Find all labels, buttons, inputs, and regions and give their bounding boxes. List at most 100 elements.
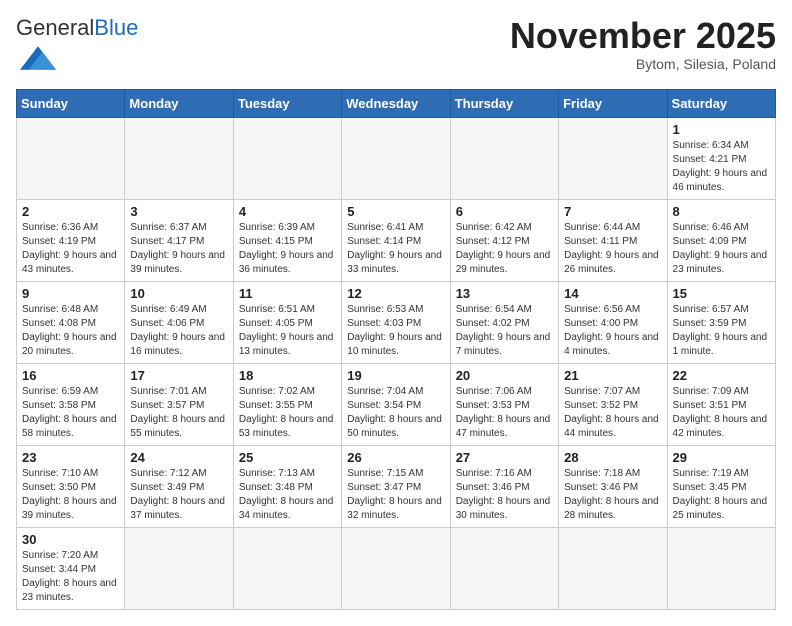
calendar-cell: 11 Sunrise: 6:51 AMSunset: 4:05 PMDayligh… bbox=[233, 282, 341, 364]
day-number: 18 bbox=[239, 368, 336, 383]
calendar-cell: 26 Sunrise: 7:15 AMSunset: 3:47 PMDayligh… bbox=[342, 446, 450, 528]
day-info: Sunrise: 7:15 AMSunset: 3:47 PMDaylight:… bbox=[347, 467, 444, 523]
calendar-cell: 8Sunrise: 6:46 AMSunset: 4:09 PMDaylight… bbox=[667, 200, 775, 282]
calendar-cell: 27Sunrise: 7:16 AMSunset: 3:46 PMDayligh… bbox=[450, 446, 558, 528]
calendar-cell: 4Sunrise: 6:39 AMSunset: 4:15 PMDaylight… bbox=[233, 200, 341, 282]
day-number: 15 bbox=[673, 286, 770, 301]
calendar-cell: 28Sunrise: 7:18 AMSunset: 3:46 PMDayligh… bbox=[559, 446, 667, 528]
day-number: 1 bbox=[673, 122, 770, 137]
day-header-wednesday: Wednesday bbox=[342, 90, 450, 118]
calendar-cell: 12Sunrise: 6:53 AMSunset: 4:03 PMDayligh… bbox=[342, 282, 450, 364]
day-info: Sunrise: 6:34 AMSunset: 4:21 PMDaylight:… bbox=[673, 139, 770, 195]
week-row-4: 16 Sunrise: 6:59 AMSunset: 3:58 PMDayligh… bbox=[17, 364, 776, 446]
calendar-body: 1 Sunrise: 6:34 AMSunset: 4:21 PMDaylight… bbox=[17, 118, 776, 610]
logo-text: GeneralBlue bbox=[16, 16, 138, 40]
calendar-cell: 29Sunrise: 7:19 AMSunset: 3:45 PMDayligh… bbox=[667, 446, 775, 528]
calendar-cell: 9 Sunrise: 6:48 AMSunset: 4:08 PMDaylight… bbox=[17, 282, 125, 364]
day-info: Sunrise: 7:20 AMSunset: 3:44 PMDaylight:… bbox=[22, 549, 119, 605]
day-info: Sunrise: 7:19 AMSunset: 3:45 PMDaylight:… bbox=[673, 467, 770, 523]
calendar-cell: 2 Sunrise: 6:36 AMSunset: 4:19 PMDaylight… bbox=[17, 200, 125, 282]
day-info: Sunrise: 6:56 AMSunset: 4:00 PMDaylight:… bbox=[564, 303, 661, 359]
week-row-5: 23 Sunrise: 7:10 AMSunset: 3:50 PMDayligh… bbox=[17, 446, 776, 528]
day-number: 26 bbox=[347, 450, 444, 465]
day-number: 17 bbox=[130, 368, 227, 383]
logo: GeneralBlue bbox=[16, 16, 138, 81]
calendar-cell: 15 Sunrise: 6:57 AMSunset: 3:59 PMDayligh… bbox=[667, 282, 775, 364]
calendar-cell: 13Sunrise: 6:54 AMSunset: 4:02 PMDayligh… bbox=[450, 282, 558, 364]
calendar-cell: 19Sunrise: 7:04 AMSunset: 3:54 PMDayligh… bbox=[342, 364, 450, 446]
day-number: 24 bbox=[130, 450, 227, 465]
day-number: 30 bbox=[22, 532, 119, 547]
day-info: Sunrise: 6:51 AMSunset: 4:05 PMDaylight:… bbox=[239, 303, 336, 359]
calendar-cell: 25 Sunrise: 7:13 AMSunset: 3:48 PMDayligh… bbox=[233, 446, 341, 528]
day-info: Sunrise: 6:46 AMSunset: 4:09 PMDaylight:… bbox=[673, 221, 770, 277]
calendar-cell bbox=[342, 528, 450, 610]
day-number: 16 bbox=[22, 368, 119, 383]
day-header-monday: Monday bbox=[125, 90, 233, 118]
calendar-cell: 16 Sunrise: 6:59 AMSunset: 3:58 PMDayligh… bbox=[17, 364, 125, 446]
page-header: GeneralBlue November 2025 Bytom, Silesia… bbox=[16, 16, 776, 81]
day-number: 28 bbox=[564, 450, 661, 465]
day-info: Sunrise: 7:07 AMSunset: 3:52 PMDaylight:… bbox=[564, 385, 661, 441]
month-title: November 2025 bbox=[510, 16, 776, 56]
calendar-cell: 20Sunrise: 7:06 AMSunset: 3:53 PMDayligh… bbox=[450, 364, 558, 446]
day-number: 25 bbox=[239, 450, 336, 465]
calendar-cell bbox=[233, 118, 341, 200]
day-number: 11 bbox=[239, 286, 336, 301]
day-header-sunday: Sunday bbox=[17, 90, 125, 118]
calendar-cell: 10Sunrise: 6:49 AMSunset: 4:06 PMDayligh… bbox=[125, 282, 233, 364]
calendar-cell bbox=[559, 528, 667, 610]
calendar-cell bbox=[667, 528, 775, 610]
calendar-cell bbox=[233, 528, 341, 610]
day-info: Sunrise: 6:48 AMSunset: 4:08 PMDaylight:… bbox=[22, 303, 119, 359]
calendar-cell: 21Sunrise: 7:07 AMSunset: 3:52 PMDayligh… bbox=[559, 364, 667, 446]
logo-general: General bbox=[16, 15, 94, 40]
calendar-cell bbox=[450, 528, 558, 610]
day-info: Sunrise: 6:39 AMSunset: 4:15 PMDaylight:… bbox=[239, 221, 336, 277]
calendar-cell: 22 Sunrise: 7:09 AMSunset: 3:51 PMDayligh… bbox=[667, 364, 775, 446]
day-info: Sunrise: 7:12 AMSunset: 3:49 PMDaylight:… bbox=[130, 467, 227, 523]
calendar-cell: 17 Sunrise: 7:01 AMSunset: 3:57 PMDayligh… bbox=[125, 364, 233, 446]
day-info: Sunrise: 7:13 AMSunset: 3:48 PMDaylight:… bbox=[239, 467, 336, 523]
calendar-cell: 18 Sunrise: 7:02 AMSunset: 3:55 PMDayligh… bbox=[233, 364, 341, 446]
day-number: 9 bbox=[22, 286, 119, 301]
day-number: 2 bbox=[22, 204, 119, 219]
logo-blue: Blue bbox=[94, 15, 138, 40]
day-info: Sunrise: 6:37 AMSunset: 4:17 PMDaylight:… bbox=[130, 221, 227, 277]
day-info: Sunrise: 6:36 AMSunset: 4:19 PMDaylight:… bbox=[22, 221, 119, 277]
day-number: 19 bbox=[347, 368, 444, 383]
day-info: Sunrise: 7:01 AMSunset: 3:57 PMDaylight:… bbox=[130, 385, 227, 441]
calendar-cell: 24 Sunrise: 7:12 AMSunset: 3:49 PMDayligh… bbox=[125, 446, 233, 528]
calendar-cell bbox=[125, 528, 233, 610]
day-info: Sunrise: 6:42 AMSunset: 4:12 PMDaylight:… bbox=[456, 221, 553, 277]
day-info: Sunrise: 7:10 AMSunset: 3:50 PMDaylight:… bbox=[22, 467, 119, 523]
day-info: Sunrise: 6:41 AMSunset: 4:14 PMDaylight:… bbox=[347, 221, 444, 277]
calendar-cell: 7Sunrise: 6:44 AMSunset: 4:11 PMDaylight… bbox=[559, 200, 667, 282]
calendar-cell: 6Sunrise: 6:42 AMSunset: 4:12 PMDaylight… bbox=[450, 200, 558, 282]
day-number: 23 bbox=[22, 450, 119, 465]
day-number: 12 bbox=[347, 286, 444, 301]
day-number: 5 bbox=[347, 204, 444, 219]
location: Bytom, Silesia, Poland bbox=[510, 56, 776, 72]
calendar-cell: 14Sunrise: 6:56 AMSunset: 4:00 PMDayligh… bbox=[559, 282, 667, 364]
week-row-6: 30 Sunrise: 7:20 AMSunset: 3:44 PMDayligh… bbox=[17, 528, 776, 610]
calendar-cell: 3Sunrise: 6:37 AMSunset: 4:17 PMDaylight… bbox=[125, 200, 233, 282]
header-row: SundayMondayTuesdayWednesdayThursdayFrid… bbox=[17, 90, 776, 118]
day-number: 22 bbox=[673, 368, 770, 383]
week-row-2: 2 Sunrise: 6:36 AMSunset: 4:19 PMDaylight… bbox=[17, 200, 776, 282]
calendar-cell bbox=[17, 118, 125, 200]
calendar-cell bbox=[342, 118, 450, 200]
week-row-1: 1 Sunrise: 6:34 AMSunset: 4:21 PMDaylight… bbox=[17, 118, 776, 200]
day-header-friday: Friday bbox=[559, 90, 667, 118]
day-header-thursday: Thursday bbox=[450, 90, 558, 118]
calendar-cell: 1 Sunrise: 6:34 AMSunset: 4:21 PMDaylight… bbox=[667, 118, 775, 200]
day-info: Sunrise: 7:02 AMSunset: 3:55 PMDaylight:… bbox=[239, 385, 336, 441]
logo-icon bbox=[20, 40, 56, 76]
day-info: Sunrise: 6:57 AMSunset: 3:59 PMDaylight:… bbox=[673, 303, 770, 359]
day-info: Sunrise: 7:09 AMSunset: 3:51 PMDaylight:… bbox=[673, 385, 770, 441]
calendar-cell: 30 Sunrise: 7:20 AMSunset: 3:44 PMDayligh… bbox=[17, 528, 125, 610]
day-info: Sunrise: 6:44 AMSunset: 4:11 PMDaylight:… bbox=[564, 221, 661, 277]
week-row-3: 9 Sunrise: 6:48 AMSunset: 4:08 PMDaylight… bbox=[17, 282, 776, 364]
day-info: Sunrise: 6:59 AMSunset: 3:58 PMDaylight:… bbox=[22, 385, 119, 441]
day-info: Sunrise: 7:16 AMSunset: 3:46 PMDaylight:… bbox=[456, 467, 553, 523]
